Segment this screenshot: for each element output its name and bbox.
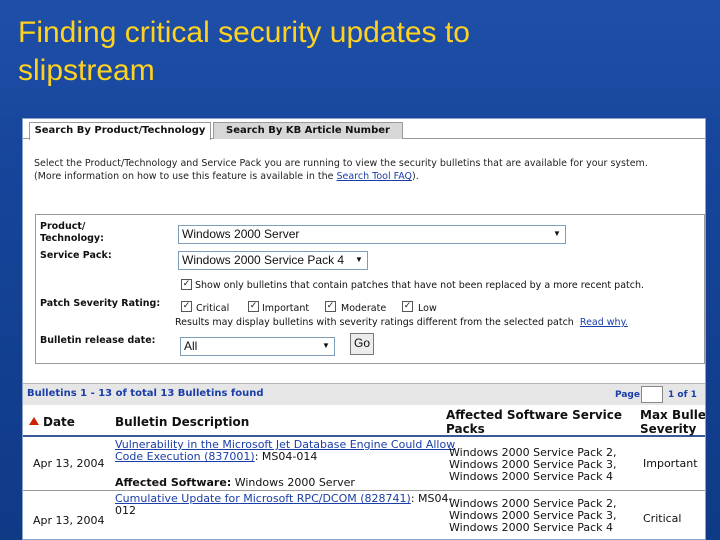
search-tabs: Search By Product/Technology Search By K… xyxy=(23,119,705,140)
severity-critical-checkbox[interactable]: ✓ xyxy=(181,301,192,312)
severity-note: Results may display bulletins with sever… xyxy=(175,317,628,328)
severity-label: Patch Severity Rating: xyxy=(40,298,161,309)
intro-line1: Select the Product/Technology and Servic… xyxy=(34,158,648,169)
product-label: Product/Technology: xyxy=(40,221,104,244)
severity-moderate-label: Moderate xyxy=(341,303,387,314)
bulletin-id: : MS04-014 xyxy=(254,450,318,463)
bulletin-id: : MS04- xyxy=(410,492,453,505)
search-tool-faq-link[interactable]: Search Tool FAQ xyxy=(336,171,412,182)
results-bar: Bulletins 1 - 13 of total 13 Bulletins f… xyxy=(23,383,705,405)
row-date: Apr 13, 2004 xyxy=(33,514,105,527)
row-description: Vulnerability in the Microsoft Jet Datab… xyxy=(115,439,455,463)
intro-line2-end: ). xyxy=(412,171,419,182)
column-affected[interactable]: Affected Software Service Packs xyxy=(446,408,622,436)
table-row: Apr 13, 2004 Cumulative Update for Micro… xyxy=(23,492,705,539)
intro-line2: (More information on how to use this fea… xyxy=(34,171,337,182)
intro-text: Select the Product/Technology and Servic… xyxy=(34,157,694,183)
service-pack-label: Service Pack: xyxy=(40,250,112,261)
bulletin-link[interactable]: Cumulative Update for Microsoft RPC/DCOM… xyxy=(115,492,411,505)
row-severity: Critical xyxy=(643,512,682,525)
release-date-select[interactable]: All ▼ xyxy=(180,337,335,356)
severity-low-label: Low xyxy=(418,303,437,314)
product-select-value: Windows 2000 Server xyxy=(182,227,300,241)
sort-up-icon[interactable] xyxy=(29,417,39,425)
release-date-label: Bulletin release date: xyxy=(40,335,156,346)
slide-title: Finding critical security updates to sli… xyxy=(18,14,698,90)
results-count: Bulletins 1 - 13 of total 13 Bulletins f… xyxy=(27,388,264,399)
go-button[interactable]: Go xyxy=(350,333,374,355)
row-packs: Windows 2000 Service Pack 2, Windows 2000… xyxy=(449,497,617,534)
screenshot-panel: Search By Product/Technology Search By K… xyxy=(22,118,706,540)
read-why-link[interactable]: Read why. xyxy=(580,317,628,328)
search-form: Product/Technology: Windows 2000 Server … xyxy=(35,214,705,364)
release-date-value: All xyxy=(184,339,198,353)
chevron-down-icon[interactable]: ▼ xyxy=(550,227,564,241)
table-row: Apr 13, 2004 Vulnerability in the Micros… xyxy=(23,439,705,491)
results-table-header: Date Bulletin Description Affected Softw… xyxy=(23,407,705,437)
row-divider xyxy=(23,490,705,491)
severity-important-label: Important xyxy=(262,303,310,314)
row-packs: Windows 2000 Service Pack 2, Windows 2000… xyxy=(449,446,617,483)
row-affected-software: Affected Software: Windows 2000 Server xyxy=(115,476,355,489)
service-pack-select[interactable]: Windows 2000 Service Pack 4 ▼ xyxy=(178,251,368,270)
chevron-down-icon[interactable]: ▼ xyxy=(352,253,366,267)
show-only-label: Show only bulletins that contain patches… xyxy=(195,280,645,291)
service-pack-select-value: Windows 2000 Service Pack 4 xyxy=(182,253,345,267)
column-description[interactable]: Bulletin Description xyxy=(115,415,249,429)
bulletin-id-cont: 012 xyxy=(115,504,136,517)
page-label: Page xyxy=(615,390,640,400)
chevron-down-icon[interactable]: ▼ xyxy=(319,339,333,353)
severity-critical-label: Critical xyxy=(196,303,230,314)
slide-title-line1: Finding critical security updates to xyxy=(18,16,470,49)
severity-important-checkbox[interactable]: ✓ xyxy=(248,301,259,312)
tab-search-by-kb[interactable]: Search By KB Article Number xyxy=(213,122,403,139)
page-input[interactable] xyxy=(641,386,663,403)
column-date[interactable]: Date xyxy=(43,415,75,429)
severity-moderate-checkbox[interactable]: ✓ xyxy=(325,301,336,312)
row-severity: Important xyxy=(643,457,698,470)
severity-low-checkbox[interactable]: ✓ xyxy=(402,301,413,312)
row-date: Apr 13, 2004 xyxy=(33,457,105,470)
row-description: Cumulative Update for Microsoft RPC/DCOM… xyxy=(115,493,452,517)
tab-search-by-product[interactable]: Search By Product/Technology xyxy=(29,122,211,140)
product-select[interactable]: Windows 2000 Server ▼ xyxy=(178,225,566,244)
slide-title-line2: slipstream xyxy=(18,54,155,87)
show-only-checkbox[interactable]: ✓ xyxy=(181,279,192,290)
column-severity[interactable]: Max Bulle Severity xyxy=(640,408,705,436)
page-of-label: 1 of 1 xyxy=(668,390,697,400)
